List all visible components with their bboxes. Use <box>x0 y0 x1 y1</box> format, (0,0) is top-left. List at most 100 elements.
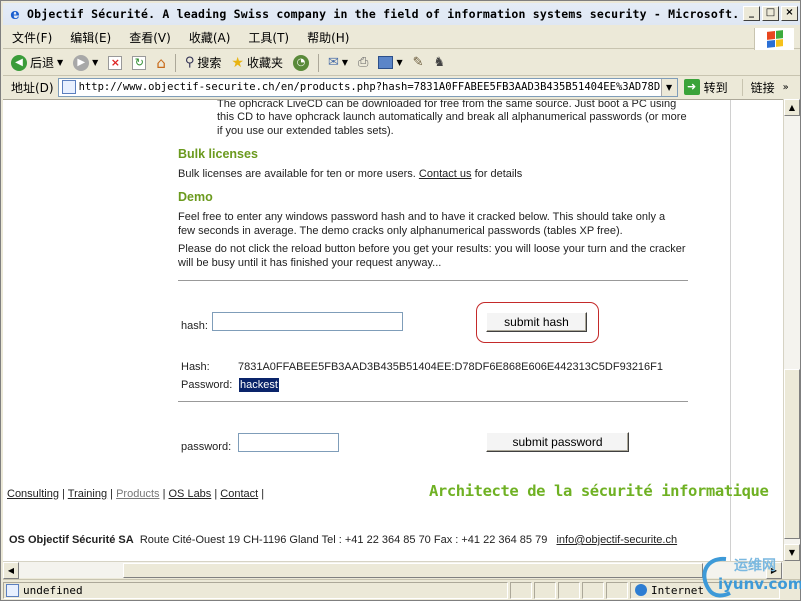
search-label: 搜索 <box>197 56 222 70</box>
history-button[interactable]: ◔ <box>289 52 313 74</box>
result-password-label: Password: <box>181 379 233 391</box>
go-label: 转到 <box>703 80 728 95</box>
menu-tools[interactable]: 工具(T) <box>239 29 298 46</box>
history-icon: ◔ <box>292 54 309 71</box>
address-bar: 地址(D) http://www.objectif-securite.ch/en… <box>3 76 800 98</box>
address-input[interactable]: http://www.objectif-securite.ch/en/produ… <box>57 77 678 97</box>
demo-text-p2-line2: will be busy until it has finished your … <box>178 257 442 269</box>
footer-nav: Consulting | Training | Products | OS La… <box>7 488 265 500</box>
go-button[interactable]: ➜ 转到 <box>683 79 728 96</box>
mail-button[interactable]: ✉ ▼ <box>324 52 352 74</box>
status-cell <box>534 581 556 599</box>
status-cell <box>606 581 628 599</box>
menu-bar: 文件(F) 编辑(E) 查看(V) 收藏(A) 工具(T) 帮助(H) <box>3 27 800 50</box>
hash-input[interactable] <box>212 312 403 331</box>
menu-view[interactable]: 查看(V) <box>120 29 180 46</box>
company-footer: OS Objectif Sécurité SA Route Cité-Ouest… <box>9 534 677 546</box>
company-address: Route Cité-Ouest 19 CH-1196 Gland Tel : … <box>139 534 548 546</box>
mail-icon: ✉ <box>327 55 339 70</box>
messenger-icon: ♞ <box>433 55 446 70</box>
back-arrow-icon: ◀ <box>11 54 27 71</box>
company-name: OS Objectif Sécurité SA <box>9 534 134 546</box>
footer-link-consulting[interactable]: Consulting <box>7 488 59 500</box>
status-bar: undefined Internet <box>3 579 800 600</box>
footer-link-products[interactable]: Products <box>116 488 159 500</box>
bulk-text-pre: Bulk licenses are available for ten or m… <box>178 168 416 180</box>
minimize-button[interactable]: _ <box>743 6 760 21</box>
company-email-link[interactable]: info@objectif-securite.ch <box>556 534 677 546</box>
submit-password-button[interactable]: submit password <box>486 432 629 452</box>
footer-link-contact[interactable]: Contact <box>220 488 258 500</box>
back-button[interactable]: ◀ 后退 ▼ <box>7 52 67 74</box>
refresh-button[interactable]: ↻ <box>128 52 150 74</box>
search-button[interactable]: ⚲ 搜索 <box>181 52 226 74</box>
stop-button[interactable]: × <box>104 52 126 74</box>
menu-file[interactable]: 文件(F) <box>3 29 61 46</box>
discuss-button[interactable]: ✎ <box>409 52 428 74</box>
bulk-licenses-heading: Bulk licenses <box>178 147 258 161</box>
windows-logo-icon <box>754 28 794 50</box>
status-cell <box>510 581 532 599</box>
vertical-scrollbar[interactable]: ▲ ▼ <box>783 99 800 561</box>
print-button[interactable]: ⎙ <box>354 52 372 74</box>
password-field-label: password: <box>181 441 232 453</box>
demo-heading: Demo <box>178 190 213 204</box>
status-cell <box>558 581 580 599</box>
favorites-button[interactable]: ★ 收藏夹 <box>227 52 287 74</box>
demo-text-p1-line2: few seconds in average. The demo cracks … <box>178 225 623 237</box>
demo-text-p1-line1: Feel free to enter any windows password … <box>178 211 666 223</box>
edit-page-icon <box>378 56 394 69</box>
back-label: 后退 <box>30 56 55 70</box>
result-hash-label: Hash: <box>181 361 210 373</box>
menu-help[interactable]: 帮助(H) <box>298 29 358 46</box>
forward-button[interactable]: ▶ ▼ <box>69 52 102 74</box>
page-icon <box>61 80 76 94</box>
home-button[interactable]: ⌂ <box>152 52 170 74</box>
close-button[interactable]: × <box>781 6 798 21</box>
page-viewport: The ophcrack LiveCD can be downloaded fo… <box>3 99 783 561</box>
menu-favorites[interactable]: 收藏(A) <box>180 29 240 46</box>
submit-hash-button[interactable]: submit hash <box>486 312 587 332</box>
chevron-down-icon: ▼ <box>341 58 349 67</box>
discuss-icon: ✎ <box>412 55 424 70</box>
maximize-button[interactable]: □ <box>762 6 779 21</box>
search-icon: ⚲ <box>184 55 195 70</box>
globe-icon <box>635 584 647 596</box>
forward-arrow-icon: ▶ <box>73 54 90 71</box>
window-title: Objectif Sécurité. A leading Swiss compa… <box>27 7 737 21</box>
messenger-button[interactable]: ♞ <box>430 52 450 74</box>
divider <box>178 280 688 281</box>
print-icon: ⎙ <box>358 55 369 70</box>
favorites-label: 收藏夹 <box>246 56 283 70</box>
watermark-text-domain: iyunv.com <box>718 575 801 593</box>
edit-button[interactable]: ▼ <box>374 52 406 74</box>
links-button[interactable]: 链接 <box>741 78 775 96</box>
bulk-text-post: for details <box>474 168 523 180</box>
chevron-right-icon[interactable]: » <box>783 82 789 93</box>
scroll-left-button[interactable]: ◀ <box>3 562 19 579</box>
contact-us-link[interactable]: Contact us <box>419 168 472 180</box>
result-hash-value: 7831A0FFABEE5FB3AAD3B435B51404EE:D78DF6E… <box>238 361 664 373</box>
horizontal-scrollbar[interactable]: ◀ ▶ <box>3 561 783 579</box>
status-text: undefined <box>23 583 83 597</box>
bulk-licenses-text: Bulk licenses are available for ten or m… <box>178 167 522 181</box>
footer-link-training[interactable]: Training <box>68 488 107 500</box>
chevron-down-icon[interactable]: ▼ <box>660 78 677 96</box>
divider <box>178 401 688 402</box>
browser-window: e Objectif Sécurité. A leading Swiss com… <box>0 0 801 601</box>
vertical-scroll-thumb[interactable] <box>784 369 800 539</box>
menu-edit[interactable]: 编辑(E) <box>61 29 120 46</box>
hash-field-label: hash: <box>181 320 208 332</box>
refresh-icon: ↻ <box>132 55 147 70</box>
status-text-cell: undefined <box>3 581 508 599</box>
status-cell <box>582 581 604 599</box>
chevron-down-icon: ▼ <box>92 58 99 67</box>
address-label: 地址(D) <box>11 80 54 95</box>
password-input[interactable] <box>238 433 339 452</box>
scroll-up-button[interactable]: ▲ <box>784 99 800 116</box>
page-icon <box>6 583 19 597</box>
footer-link-oslabs[interactable]: OS Labs <box>169 488 212 500</box>
home-icon: ⌂ <box>156 53 166 72</box>
horizontal-scroll-thumb[interactable] <box>123 563 703 578</box>
chevron-down-icon: ▼ <box>396 58 403 67</box>
